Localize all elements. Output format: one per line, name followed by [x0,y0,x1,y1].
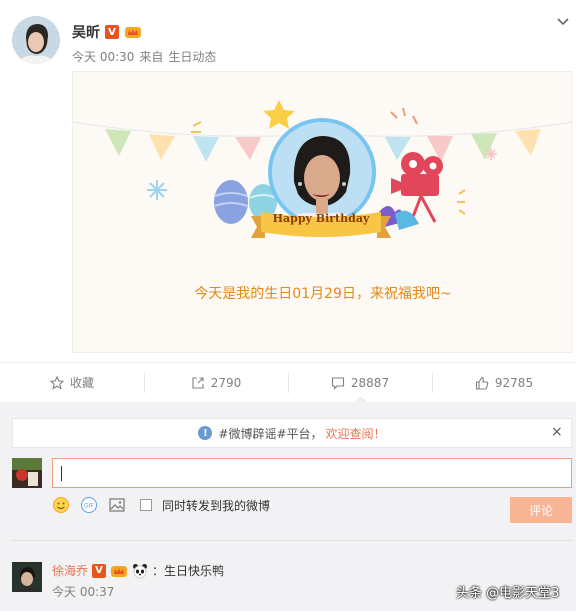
birthday-message: 今天是我的生日01月29日，来祝福我吧~ [194,286,452,302]
author-name[interactable]: 吴昕 [72,22,100,42]
star-icon [49,375,64,390]
divider [12,540,572,541]
author-avatar[interactable] [12,16,60,64]
birthday-card[interactable]: Happy Birthday 今天是我的生日01月29日，来祝福我吧~ [72,71,573,353]
info-icon: ! [198,426,213,440]
verified-badge-icon: V [105,25,119,39]
panda-icon [133,563,148,578]
commenter-avatar[interactable] [12,562,42,592]
banner-text: Happy Birthday [272,212,370,225]
verified-badge-icon: V [92,563,107,578]
image-icon[interactable] [108,496,126,514]
comment-icon [331,376,344,390]
like-count: 92785 [494,375,534,390]
comment-count: 28887 [350,375,390,390]
chevron-down-icon[interactable] [556,16,570,28]
emoji-icon[interactable] [52,496,70,514]
svg-text:GIF: GIF [84,504,94,510]
my-avatar[interactable] [12,458,42,488]
crown-icon [125,27,141,38]
like-button[interactable]: 92785 [432,363,576,402]
repost-icon [192,376,204,389]
comment-tools: GIF 同时转发到我的微博 [52,496,270,514]
crown-icon [111,565,128,577]
comment-item: 徐海乔 V ：生日快乐鸭 [52,562,224,579]
weibo-post: 吴昕 V 今天 00:30 来自 生日动态 Happy Birthday 今天是… [0,0,576,362]
close-icon[interactable]: × [551,424,563,440]
notice-text: #微博辟谣#平台， [218,426,323,441]
action-bar: 收藏 2790 28887 92785 [0,362,576,402]
comment-time: 今天 00:37 [52,585,115,599]
repost-checkbox[interactable] [140,499,152,511]
rumor-notice: ! #微博辟谣#平台， 欢迎查阅！ [12,418,572,448]
repost-checkbox-label[interactable]: 同时转发到我的微博 [162,497,270,514]
repost-button[interactable]: 2790 [144,363,288,402]
comment-text: ：生日快乐鸭 [152,564,225,578]
submit-comment-button[interactable]: 评论 [510,497,572,523]
post-meta: 今天 00:30 来自 生日动态 [72,48,216,65]
favorite-label: 收藏 [69,376,94,390]
commenter-name[interactable]: 徐海乔 [52,562,88,579]
gif-icon[interactable]: GIF [80,496,98,514]
post-source[interactable]: 生日动态 [168,48,216,65]
comment-section: ! #微博辟谣#平台， 欢迎查阅！ × GIF 同时转发到我的微博 评论 徐海乔… [0,402,576,611]
text-cursor [61,466,62,481]
favorite-button[interactable]: 收藏 [0,363,144,402]
watermark: 头条 @电影天堂3 [456,586,560,601]
comment-input[interactable] [52,458,572,488]
source-prefix: 来自 [139,50,164,64]
notice-link[interactable]: 欢迎查阅！ [326,425,386,442]
post-time[interactable]: 今天 00:30 [72,48,134,65]
thumbs-up-icon [475,376,489,390]
repost-count: 2790 [210,375,242,390]
author-line: 吴昕 V [72,22,142,42]
